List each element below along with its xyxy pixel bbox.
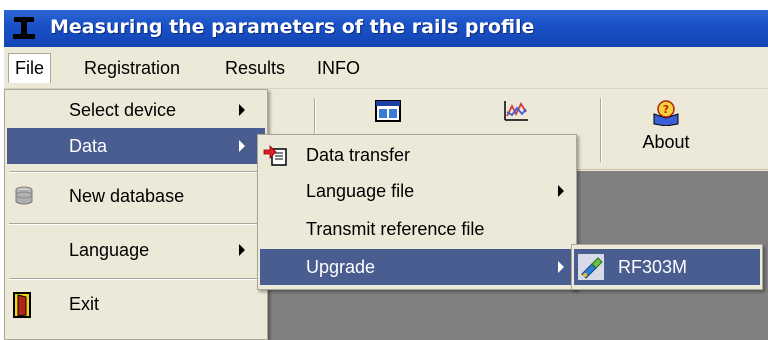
select-device-label: Select device (69, 100, 177, 120)
new-database-label: New database (69, 186, 185, 206)
submenu-arrow-icon (239, 104, 245, 116)
menu-item-new-database[interactable]: New database (7, 176, 265, 216)
toolbar-separator (600, 98, 602, 162)
menu-registration[interactable]: Registration (78, 53, 186, 83)
menu-info[interactable]: INFO (311, 53, 366, 83)
svg-text:?: ? (663, 103, 669, 116)
menu-bar: File Registration Results INFO (4, 47, 768, 89)
menu-item-upgrade[interactable]: Upgrade (260, 249, 574, 285)
menu-separator (9, 171, 263, 173)
data-label: Data (69, 136, 108, 156)
menu-item-exit[interactable]: Exit (7, 284, 265, 324)
submenu-arrow-icon (239, 244, 245, 256)
menu-item-data-transfer[interactable]: Data transfer (260, 137, 574, 173)
device-upgrade-icon (578, 254, 604, 280)
database-icon (15, 186, 33, 205)
about-button[interactable]: ? About (626, 96, 706, 162)
upgrade-label: Upgrade (306, 257, 376, 277)
menu-item-select-device[interactable]: Select device (7, 92, 265, 128)
help-book-icon: ? (653, 100, 679, 126)
rail-profile-icon (13, 17, 35, 39)
title-bar[interactable]: Measuring the parameters of the rails pr… (4, 10, 768, 47)
data-transfer-icon (263, 145, 287, 166)
submenu-arrow-icon (558, 185, 564, 197)
window-view-icon (375, 100, 401, 122)
menu-item-data[interactable]: Data (7, 128, 265, 164)
about-label: About (642, 132, 690, 152)
menu-results[interactable]: Results (219, 53, 291, 83)
window-title: Measuring the parameters of the rails pr… (50, 16, 535, 38)
data-submenu: Data transfer Language file Transmit ref… (257, 134, 577, 290)
rf303m-label: RF303M (618, 257, 688, 277)
menu-separator (9, 278, 263, 280)
file-menu: Select device Data New database Language… (4, 89, 268, 340)
upgrade-submenu: RF303M (571, 244, 763, 290)
menu-item-rf303m[interactable]: RF303M (574, 249, 760, 285)
language-label: Language (69, 240, 150, 260)
menu-item-transmit-reference-file[interactable]: Transmit reference file (260, 211, 574, 247)
submenu-arrow-icon (239, 140, 245, 152)
transmit-reference-file-label: Transmit reference file (306, 219, 485, 239)
data-transfer-label: Data transfer (306, 145, 411, 165)
exit-door-icon (13, 292, 31, 318)
chart-icon (504, 101, 528, 121)
menu-item-language[interactable]: Language (7, 230, 265, 270)
menu-item-language-file[interactable]: Language file (260, 173, 574, 209)
submenu-arrow-icon (558, 261, 564, 273)
language-file-label: Language file (306, 181, 415, 201)
menu-separator (9, 223, 263, 225)
menu-file[interactable]: File (8, 53, 52, 83)
exit-label: Exit (69, 294, 100, 314)
